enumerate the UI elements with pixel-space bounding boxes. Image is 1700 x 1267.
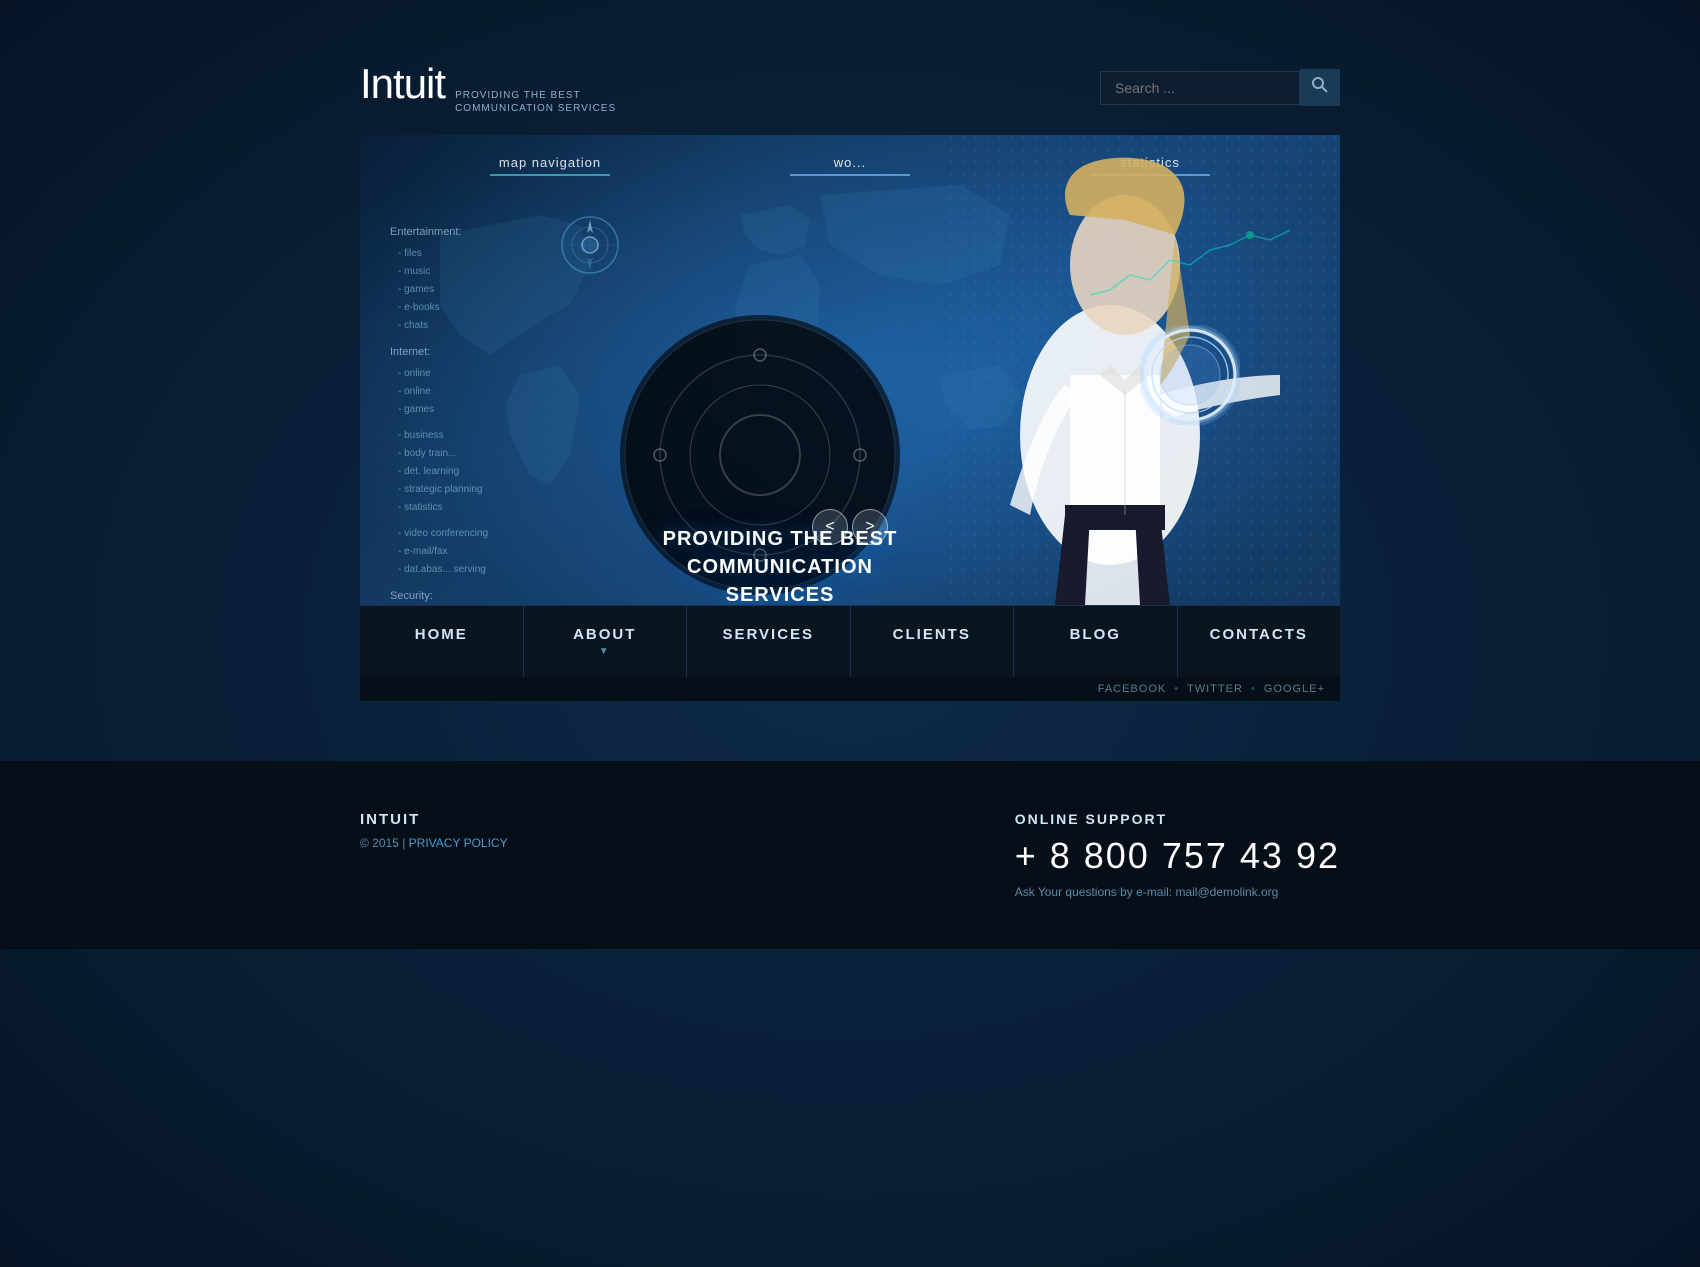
main-container: Intuit PROVIDING THE BEST COMMUNICATION …: [360, 60, 1340, 701]
phone-number: + 8 800 757 43 92: [1015, 835, 1340, 877]
compass-hud: [560, 215, 620, 280]
footer-inner: INTUIT © 2015 | PRIVACY POLICY ONLINE SU…: [360, 811, 1340, 899]
logo: Intuit: [360, 60, 445, 108]
social-sep-2: •: [1251, 683, 1256, 695]
search-button[interactable]: [1300, 69, 1340, 106]
footer: INTUIT © 2015 | PRIVACY POLICY ONLINE SU…: [0, 761, 1700, 949]
nav-blog[interactable]: BLOG: [1014, 606, 1178, 677]
page-background: Intuit PROVIDING THE BEST COMMUNICATION …: [0, 0, 1700, 1267]
hud-map-nav: map navigation: [490, 155, 610, 176]
search-area: [1100, 69, 1340, 106]
logo-area: Intuit PROVIDING THE BEST COMMUNICATION …: [360, 60, 616, 115]
carousel-prev-button[interactable]: <: [812, 509, 848, 545]
privacy-policy-link[interactable]: PRIVACY POLICY: [409, 836, 508, 850]
footer-right: ONLINE SUPPORT + 8 800 757 43 92 Ask You…: [1015, 811, 1340, 899]
navigation-bar: HOME ABOUT ▼ SERVICES CLIENTS BLOG CONTA…: [360, 605, 1340, 677]
carousel-next-button[interactable]: >: [852, 509, 888, 545]
compass-icon: [560, 215, 620, 275]
statistics-chart: [1090, 215, 1290, 315]
nav-clients[interactable]: CLIENTS: [851, 606, 1015, 677]
nav-home[interactable]: HOME: [360, 606, 524, 677]
touch-ring: [1140, 325, 1240, 425]
email-note: Ask Your questions by e-mail: mail@demol…: [1015, 885, 1340, 899]
footer-left: INTUIT © 2015 | PRIVACY POLICY: [360, 811, 508, 850]
footer-copyright: © 2015 | PRIVACY POLICY: [360, 836, 508, 850]
logo-tagline: PROVIDING THE BEST COMMUNICATION SERVICE…: [455, 89, 616, 115]
nav-contacts[interactable]: CONTACTS: [1178, 606, 1341, 677]
nav-services[interactable]: SERVICES: [687, 606, 851, 677]
about-dropdown-arrow: ▼: [534, 646, 677, 657]
glow-ring-icon: [1140, 325, 1240, 425]
carousel-controls: < >: [810, 509, 890, 545]
left-panel: Entertainment: - files - music - games -…: [390, 215, 488, 605]
search-input[interactable]: [1100, 71, 1300, 105]
twitter-link[interactable]: TWITTER: [1187, 683, 1243, 695]
hud-wo: wo...: [790, 155, 910, 176]
footer-brand: INTUIT: [360, 811, 508, 828]
search-icon: [1312, 77, 1328, 93]
hero-section: map navigation wo... statistics: [360, 135, 1340, 605]
header: Intuit PROVIDING THE BEST COMMUNICATION …: [360, 60, 1340, 125]
social-sep-1: •: [1174, 683, 1179, 695]
social-bar: FACEBOOK • TWITTER • GOOGLE+: [360, 677, 1340, 701]
nav-about[interactable]: ABOUT ▼: [524, 606, 688, 677]
facebook-link[interactable]: FACEBOOK: [1098, 683, 1167, 695]
support-title: ONLINE SUPPORT: [1015, 811, 1340, 827]
googleplus-link[interactable]: GOOGLE+: [1264, 683, 1325, 695]
